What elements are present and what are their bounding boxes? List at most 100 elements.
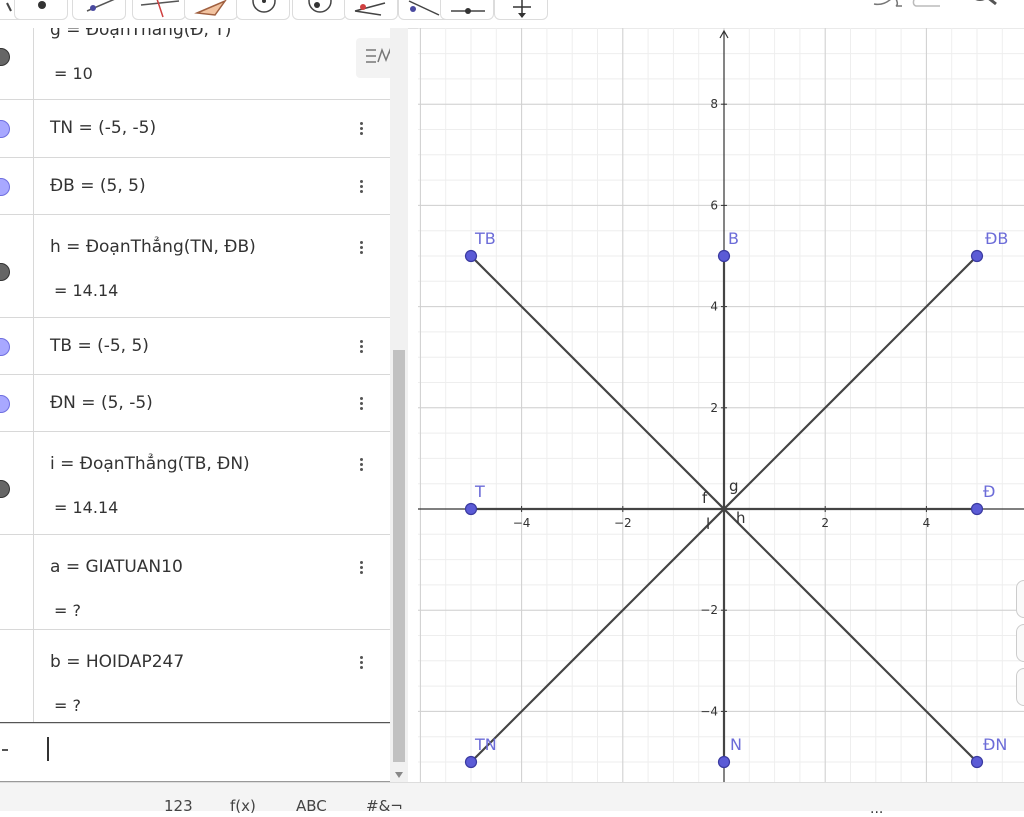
point-tool-icon[interactable] [14,0,68,20]
algebra-row[interactable]: i = ĐoạnThẳng(TB, ĐN) = 14.14 [0,432,390,535]
point-label: ĐN [983,735,1007,754]
point-N[interactable] [717,755,731,769]
point-TB[interactable] [464,249,478,263]
y-tick-label: 8 [710,97,718,111]
graphics-view[interactable]: −4 −2 2 4 8 6 4 2 −2 −4 g f h l TB B ĐB T Đ TN N ĐN [418,28,1024,782]
visibility-toggle-icon[interactable] [0,338,10,356]
row-value: = 10 [54,64,93,83]
row-menu-icon[interactable] [357,338,365,358]
algebra-input-row[interactable] [0,722,390,782]
row-gutter [33,215,34,317]
slider-tool-icon[interactable] [440,0,494,20]
row-value: = ? [54,601,81,620]
segment-label: l [706,515,710,533]
point-T[interactable] [464,502,478,516]
row-menu-icon[interactable] [357,239,365,259]
circle-tool-icon[interactable] [236,0,290,20]
move-graphics-tool-icon[interactable] [494,0,548,20]
row-gutter [33,28,34,99]
row-gutter [33,100,34,157]
visibility-toggle-icon[interactable] [0,479,10,498]
point-TN[interactable] [464,755,478,769]
row-definition[interactable]: ĐB = (5, 5) [50,176,146,196]
perpendicular-line-tool-icon[interactable] [132,0,186,20]
graphics-side-handle[interactable] [1016,668,1024,706]
row-gutter [33,318,34,374]
point-label: ĐB [985,229,1008,248]
row-definition[interactable]: TN = (-5, -5) [50,118,156,138]
point-label: Đ [983,482,995,501]
visibility-toggle-icon[interactable] [0,178,10,196]
row-menu-icon[interactable] [357,559,365,579]
input-marker [2,749,8,751]
row-definition[interactable]: b = HOIDAP247 [50,652,184,672]
algebra-row[interactable]: TN = (-5, -5) [0,100,390,158]
row-value: = 14.14 [54,498,119,517]
algebra-row[interactable]: h = ĐoạnThẳng(TN, ĐB) = 14.14 [0,215,390,318]
y-tick-label: 6 [710,198,718,212]
x-tick-label: 4 [923,516,931,530]
algebra-row[interactable]: b = HOIDAP247 = ? [0,630,390,724]
point-Đ[interactable] [970,502,984,516]
algebra-scrollbar-thumb[interactable] [393,350,405,762]
y-tick-label: −2 [700,603,718,617]
point-B[interactable] [717,249,731,263]
keyboard-more-button[interactable]: ... [870,801,883,817]
algebra-row[interactable]: g = ĐoạnThẳng(Đ, T) = 10 [0,28,390,100]
x-tick-label: 2 [821,516,829,530]
row-menu-icon[interactable] [357,178,365,198]
row-definition[interactable]: g = ĐoạnThẳng(Đ, T) [50,28,231,40]
algebra-row[interactable]: TB = (-5, 5) [0,318,390,375]
circle-center-point-tool-icon[interactable] [292,0,346,20]
point-label: B [728,229,739,248]
segment-label: f [702,489,708,507]
segment-label: h [736,509,746,527]
visibility-toggle-icon[interactable] [0,48,10,66]
row-definition[interactable]: i = ĐoạnThẳng(TB, ĐN) [50,454,250,474]
visibility-toggle-icon[interactable] [0,395,10,413]
row-menu-icon[interactable] [357,395,365,415]
row-definition[interactable]: TB = (-5, 5) [50,336,149,356]
visibility-toggle-icon[interactable] [0,262,10,281]
point-label: T [474,482,485,501]
angle-tool-icon[interactable] [344,0,398,20]
y-tick-label: 2 [710,401,718,415]
input-caret[interactable] [47,737,49,761]
undo-icon[interactable] [870,0,946,16]
coordinate-plane[interactable]: −4 −2 2 4 8 6 4 2 −2 −4 g f h l TB B ĐB T Đ TN N ĐN [418,28,1024,782]
row-gutter [33,158,34,214]
algebra-row[interactable]: ĐN = (5, -5) [0,375,390,432]
point-label: TB [474,229,496,248]
y-tick-label: −4 [700,704,718,718]
row-definition[interactable]: ĐN = (5, -5) [50,393,153,413]
row-definition[interactable]: h = ĐoạnThẳng(TN, ĐB) [50,237,256,257]
row-menu-icon[interactable] [357,654,365,674]
algebra-row[interactable]: a = GIATUAN10 = ? [0,535,390,630]
point-ĐN[interactable] [970,755,984,769]
row-value: = 14.14 [54,281,119,300]
point-ĐB[interactable] [970,249,984,263]
graphics-side-handle[interactable] [1016,580,1024,618]
keyboard-tab-numbers[interactable]: 123 [164,797,193,815]
row-definition[interactable]: a = GIATUAN10 [50,557,183,577]
line-tool-icon[interactable] [72,0,126,20]
search-icon[interactable] [962,0,1002,18]
visibility-toggle-icon[interactable] [0,120,10,138]
algebra-row[interactable]: ĐB = (5, 5) [0,158,390,215]
graphics-side-handle[interactable] [1016,624,1024,662]
keyboard-bar: 123 f(x) ABC #&¬ ... [0,782,1024,817]
keyboard-tab-symbols[interactable]: #&¬ [366,797,403,815]
keyboard-tab-letters[interactable]: ABC [296,797,327,815]
row-menu-icon[interactable] [357,456,365,476]
row-gutter [33,630,34,723]
point-label: N [730,735,742,754]
polygon-tool-icon[interactable] [184,0,238,20]
x-tick-label: −2 [614,516,632,530]
keyboard-tab-functions[interactable]: f(x) [230,797,256,815]
row-gutter [33,375,34,431]
row-value: = ? [54,696,81,715]
row-menu-icon[interactable] [357,120,365,140]
undo-redo-group[interactable] [870,0,946,16]
row-gutter [33,432,34,534]
scroll-down-arrow-icon[interactable] [393,766,405,778]
